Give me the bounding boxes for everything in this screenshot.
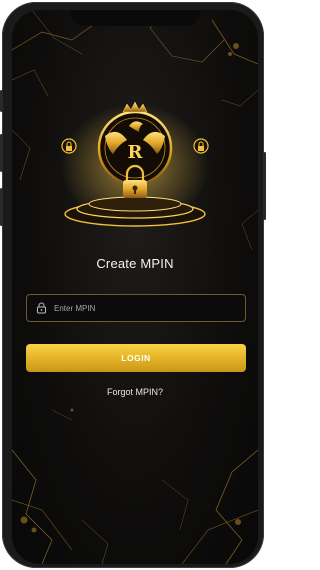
brand-emblem: R bbox=[61, 101, 209, 228]
phone-frame: R Create MPIN LOGIN Forgot MPIN? bbox=[0, 2, 266, 568]
mute-switch bbox=[0, 188, 3, 226]
login-button[interactable]: LOGIN bbox=[26, 344, 246, 372]
page-title: Create MPIN bbox=[96, 256, 174, 271]
mpin-field[interactable] bbox=[26, 294, 246, 322]
volume-down-button bbox=[0, 134, 3, 172]
lock-badge-icon bbox=[61, 138, 77, 154]
lock-badge-icon bbox=[193, 138, 209, 154]
forgot-mpin-link[interactable]: Forgot MPIN? bbox=[12, 387, 258, 397]
eagle-crest-icon: R bbox=[97, 110, 173, 186]
volume-up-button bbox=[0, 90, 3, 112]
svg-text:R: R bbox=[128, 142, 144, 163]
power-button bbox=[263, 152, 266, 220]
crown-icon bbox=[122, 101, 148, 113]
marble-background bbox=[12, 10, 258, 564]
app-screen: R Create MPIN LOGIN Forgot MPIN? bbox=[12, 10, 258, 564]
lock-icon bbox=[34, 301, 48, 315]
notch bbox=[70, 10, 200, 26]
mpin-input[interactable] bbox=[54, 303, 245, 313]
